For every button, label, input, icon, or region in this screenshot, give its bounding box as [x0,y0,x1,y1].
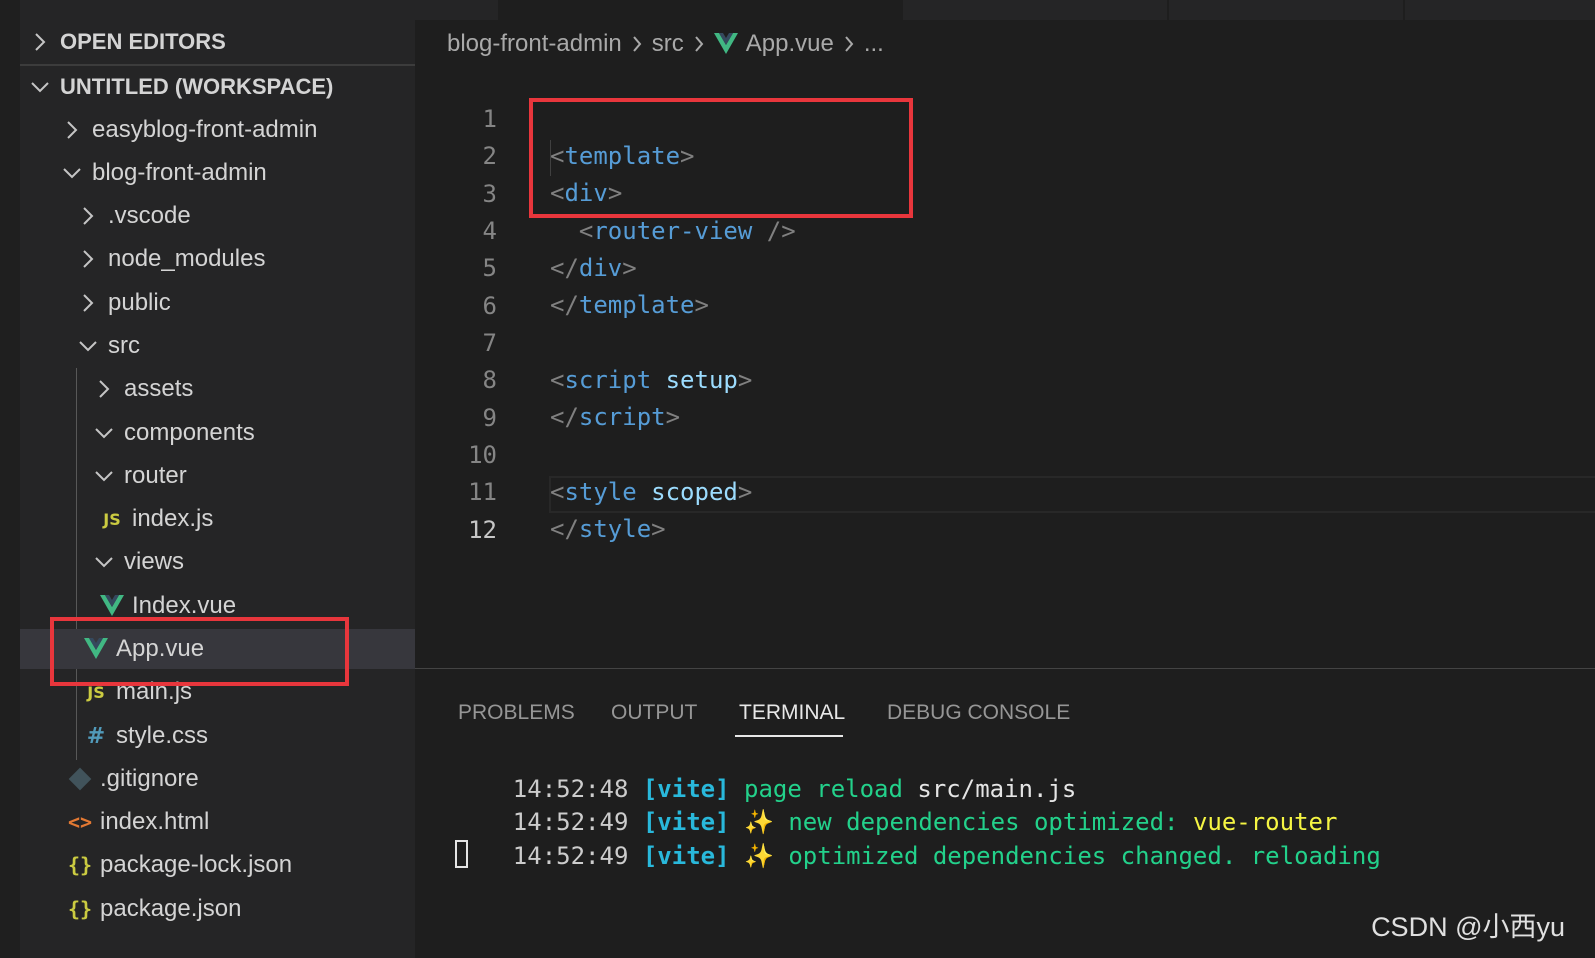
tree-item-label: public [108,289,171,316]
chevron-right-icon [76,247,100,271]
vue-file-icon [713,33,738,55]
chevron-right-icon [92,377,116,401]
chevron-right-icon [844,35,854,53]
html-file-icon: <> [67,810,93,834]
chevron-right-icon [694,35,704,53]
tree-item-label: node_modules [108,245,266,272]
tab-output[interactable]: OUTPUT [611,693,697,733]
watermark: CSDN @小西yu [1371,912,1565,942]
chevron-down-icon [92,550,116,574]
tree-item-label: style.css [116,722,209,749]
code-line: 6 [415,251,1595,320]
json-file-icon: {} [67,897,93,921]
tree-item[interactable]: blog-front-admin [20,153,415,193]
tree-item[interactable]: node_modules [20,239,415,279]
chevron-right-icon [60,118,84,142]
tree-item-label: .vscode [108,202,191,229]
tree-item[interactable]: src [20,326,415,366]
vue-file-icon [100,594,124,618]
terminal-cursor[interactable] [455,840,468,868]
workspace-label: UNTITLED (WORKSPACE) [60,74,334,99]
tree-item-label: router [124,462,187,489]
chevron-down-icon [20,80,60,94]
code-line: 7 <script setup> [415,288,1595,394]
tree-item-label: index.js [132,505,214,532]
tree-item-label: package.json [100,895,242,922]
highlight-box [529,98,913,218]
chevron-right-icon [20,32,60,52]
section-divider [20,64,415,66]
open-editors-label: OPEN EDITORS [60,29,226,54]
tab-debug-console[interactable]: DEBUG CONSOLE [887,693,1070,733]
terminal-line: 14:52:49 [vite] ✨ optimized dependencies… [512,842,1381,870]
code-line: 12 [415,475,1595,544]
tree-item[interactable]: router [20,456,415,496]
terminal-line: 14:52:48 [vite] page reload src/main.js [512,775,1077,803]
activity-bar-edge [0,0,20,958]
tree-item[interactable]: views [20,542,415,582]
breadcrumb-src[interactable]: src [652,30,684,58]
breadcrumb-folder[interactable]: blog-front-admin [447,30,622,58]
git-file-icon [68,767,92,791]
explorer-sidebar: OPEN EDITORS UNTITLED (WORKSPACE) easybl… [20,0,415,958]
chevron-down-icon [92,464,116,488]
code-line: 5 </template> [415,213,1595,319]
chevron-right-icon [76,291,100,315]
tree-item[interactable]: {} package-lock.json [20,845,415,885]
breadcrumb: blog-front-admin src App.vue ... [447,26,884,62]
line-number: 12 [468,516,497,544]
tree-item-label: components [124,419,255,446]
tree-item-label: easyblog-front-admin [92,116,318,143]
json-file-icon: {} [67,853,93,877]
tree-item-label: blog-front-admin [92,159,267,186]
tree-item-label: index.html [100,808,210,835]
terminal-line: 14:52:49 [vite] ✨ new dependencies optim… [512,808,1338,836]
code-line: 8 </script> [415,325,1595,431]
tab-separator [1403,0,1405,20]
open-editors-header[interactable]: OPEN EDITORS [20,22,415,62]
tab-separator [1167,0,1169,20]
code-line: 11 </style> [415,437,1595,543]
active-tab-indicator [735,735,843,737]
tree-item[interactable]: public [20,283,415,323]
tree-item[interactable]: {} package.json [20,889,415,929]
editor-tab-strip [415,0,1595,20]
tree-item-label: assets [124,375,194,402]
tree-item[interactable]: assets [20,369,415,409]
tree-item[interactable]: # style.css [20,716,415,756]
tab-terminal[interactable]: TERMINAL [739,693,845,733]
tree-item[interactable]: easyblog-front-admin [20,110,415,150]
code-line: 1 <template> [415,64,1595,170]
highlight-box [50,617,349,686]
sparkles-icon: ✨ [744,842,774,870]
workspace-header[interactable]: UNTITLED (WORKSPACE) [20,67,415,107]
breadcrumb-symbols[interactable]: ... [864,30,884,58]
tree-item[interactable]: JS index.js [20,499,415,539]
chevron-right-icon [76,204,100,228]
tree-item-label: package-lock.json [100,851,293,878]
tree-item[interactable]: .gitignore [20,759,415,799]
tree-item-label: src [108,332,140,359]
tree-item-label: .gitignore [100,765,199,792]
css-file-icon: # [86,723,106,749]
tree-item-label: Index.vue [132,592,237,619]
code-line: 10 <style scoped> [415,400,1595,506]
chevron-down-icon [60,161,84,185]
chevron-down-icon [76,334,100,358]
tree-item-label: views [124,548,185,575]
breadcrumb-file[interactable]: App.vue [746,30,834,58]
tab-app-vue[interactable] [498,0,903,20]
chevron-right-icon [632,35,642,53]
js-file-icon: JS [103,509,121,529]
chevron-down-icon [92,421,116,445]
tree-item[interactable]: components [20,413,415,453]
tree-item[interactable]: <> index.html [20,802,415,842]
code-line: 9 [415,363,1595,432]
tab-problems[interactable]: PROBLEMS [458,693,575,733]
tree-item[interactable]: .vscode [20,196,415,236]
